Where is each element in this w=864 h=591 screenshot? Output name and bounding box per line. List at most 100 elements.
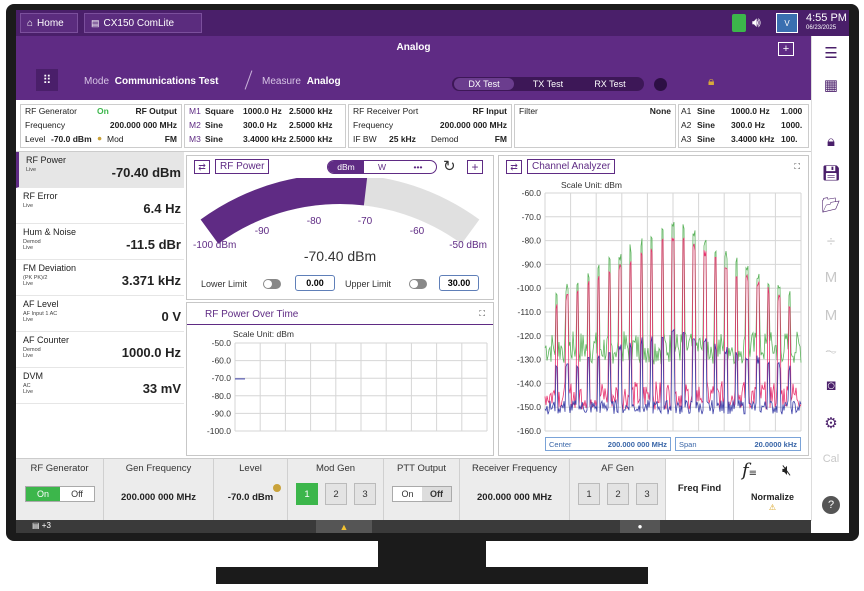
dx-test-tab[interactable]: DX Test [454,78,514,90]
mod-summary[interactable]: M1 Square 1000.0 Hz 2.5000 kHz M2 Sine 300.0 H… [184,104,346,148]
footer-bar: ▤ +3 ▲ ● [16,520,811,533]
unit-w-button[interactable]: W [364,161,400,173]
notification-button[interactable]: ▤ +3 [32,521,51,530]
volume-icon[interactable]: 🔊︎ [752,14,761,31]
rx-freq-value: 200.000 000 MHz [439,120,507,130]
ptt-toggle[interactable]: On Off [392,486,452,502]
measurement-item[interactable]: AF Level AF Input 1 AC Live 0 V [16,296,184,332]
rf-gen-toggle[interactable]: On Off [25,486,95,502]
mute-icon[interactable]: 🔇︎ [782,462,791,479]
audio-2-extra: 1000. [781,120,803,130]
app-tab[interactable]: ▤ CX150 ComLite [84,13,202,33]
gen-frequency-control[interactable]: Gen Frequency 200.000 000 MHz [104,459,214,521]
tx-test-tab[interactable]: TX Test [518,78,578,90]
receiver-summary[interactable]: RF Receiver Port RF Input Frequency 200.… [348,104,512,148]
measurement-value: 33 mV [142,381,181,396]
rf-power-panel: ⇄ RF Power dBm W ••• ↻ + -90 -80 -70 -60 -1… [186,155,494,300]
af-gen-3-button[interactable]: 3 [636,483,658,505]
ptt-label: PTT Output [397,463,446,474]
hamburger-icon[interactable]: ☰ [822,44,840,62]
swap-icon[interactable]: ⇄ [194,160,210,174]
test-selector: DX Test TX Test RX Test [452,77,644,91]
settings-icon[interactable]: ⚙ [822,414,840,432]
app-tab-label: CX150 ComLite [103,17,175,29]
audio-3-extra: 100. [781,134,798,144]
audio-3-id: A3 [681,134,692,144]
home-button[interactable]: ⌂ Home [20,13,78,33]
filter-summary[interactable]: Filter None [514,104,676,148]
upper-limit-input[interactable]: 30.00 [439,275,479,291]
mod-3-id: M3 [189,134,201,144]
mod-gen-1-button[interactable]: 1 [296,483,318,505]
toolbar: Analog + ⠿ Mode Communications Test Meas… [16,36,811,100]
normalize-button[interactable]: Normalize [734,492,811,502]
rf-generator-summary[interactable]: RF Generator On RF Output Frequency 200.… [20,104,182,148]
gauge-value: -70.40 dBm [303,248,377,264]
rx-ifbw-label: IF BW [353,134,377,144]
grid-menu-icon[interactable]: ⠿ [36,69,58,91]
lower-limit-toggle[interactable] [263,279,281,289]
audio-3-freq: 3.4000 kHz [731,134,775,144]
measure-selector[interactable]: Measure Analog [262,76,341,87]
measurement-item[interactable]: Hum & Noise Demod Live -11.5 dBr [16,224,184,260]
mod-gen-3-button[interactable]: 3 [354,483,376,505]
layout-icon[interactable]: ▦ [822,76,840,94]
function-button[interactable]: f≡ [742,460,757,481]
camera-icon[interactable]: ◙ [822,376,840,394]
measurement-sub: Live [23,281,34,287]
measurement-item[interactable]: DVM AC Live 33 mV [16,368,184,404]
rf-gen-on[interactable]: On [26,487,60,501]
af-gen-1-button[interactable]: 1 [578,483,600,505]
audio-2-shape: Sine [697,120,715,130]
unit-dbm-button[interactable]: dBm [328,161,364,173]
help-icon[interactable]: ? [822,496,840,514]
pot-y-tick: -70.0 [212,373,232,383]
mod-2-id: M2 [189,120,201,130]
measurement-item[interactable]: RF Error Live 6.4 Hz [16,188,184,224]
pot-y-tick: -80.0 [212,391,232,401]
ca-y-tick: -120.0 [517,331,541,341]
warning-tab-icon[interactable]: ▲ [316,520,372,533]
freq-find-button[interactable]: Freq Find [666,459,734,521]
rfgen-label: RF Generator [25,106,77,116]
measurement-item[interactable]: RF Power Live -70.40 dBm [16,152,184,188]
more-button[interactable]: ••• [400,161,436,173]
measurement-item[interactable]: AF Counter Demod Live 1000.0 Hz [16,332,184,368]
rx-test-label: RX Test [594,79,626,89]
add-icon[interactable]: + [467,160,483,174]
notification-count: +3 [41,521,51,530]
measurement-sub: Live [23,389,34,395]
ptt-on[interactable]: On [393,487,422,501]
center-field[interactable]: Center 200.000 000 MHz [545,437,671,451]
freq-find-label: Freq Find [677,483,722,494]
location-icon[interactable]: ● [620,520,660,533]
audio-summary[interactable]: A1 Sine 1000.0 Hz 1.000 A2 Sine 300.0 Hz 1000. A… [678,104,809,148]
rx-test-tab[interactable]: RX Test [580,78,640,90]
rfgen-state: On [97,106,109,116]
level-control[interactable]: Level -70.0 dBm [214,459,288,521]
function-glyph: f [742,460,749,481]
ptt-off[interactable]: Off [422,487,451,501]
rf-gen-off[interactable]: Off [60,487,94,501]
remote-icon[interactable]: V [776,13,798,33]
mod-1-freq: 1000.0 Hz [243,106,282,116]
save-icon[interactable]: 💾︎ [821,164,840,182]
lock-icon[interactable]: 🔒︎ [708,74,714,89]
measurement-item[interactable]: FM Deviation (PK PK)/2 Live 3.371 kHz [16,260,184,296]
receiver-frequency-control[interactable]: Receiver Frequency 200.000 000 MHz [460,459,570,521]
mod-gen-2-button[interactable]: 2 [325,483,347,505]
rx-demod-value: FM [494,134,507,144]
folder-icon[interactable]: 📂︎ [821,196,840,214]
gauge-tick-label: -60 [409,226,425,237]
upper-limit-toggle[interactable] [409,279,427,289]
gauge-fill [200,178,368,244]
af-gen-2-button[interactable]: 2 [607,483,629,505]
add-tab-button[interactable]: + [778,42,794,56]
mode-label: Mode [84,76,110,87]
pulse-icon: ⏦ [824,342,838,360]
mode-selector[interactable]: Mode Communications Test [84,76,219,87]
lower-limit-input[interactable]: 0.00 [295,275,335,291]
span-field[interactable]: Span 20.0000 kHz [675,437,801,451]
lock-icon[interactable]: 🔒︎ [822,132,840,150]
refresh-icon[interactable]: ↻ [443,157,456,175]
